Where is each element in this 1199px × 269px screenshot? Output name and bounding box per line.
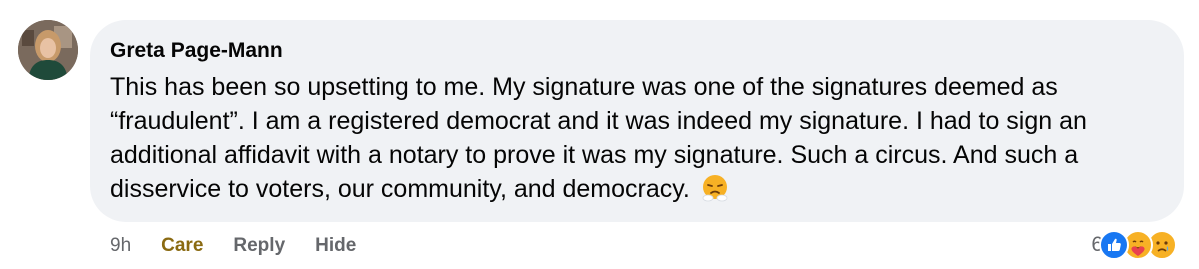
- profile-photo-icon: [18, 20, 78, 80]
- comment: Greta Page-Mann This has been so upsetti…: [0, 0, 1199, 269]
- hide-button[interactable]: Hide: [315, 235, 356, 257]
- reaction-summary[interactable]: 6: [1091, 228, 1177, 262]
- steam-from-nose-emoji-icon: [700, 173, 730, 203]
- avatar[interactable]: [18, 20, 78, 80]
- comment-actions: 9h Care Reply Hide: [110, 233, 386, 259]
- care-button[interactable]: Care: [161, 235, 203, 257]
- comment-bubble: Greta Page-Mann This has been so upsetti…: [90, 20, 1184, 222]
- author-name[interactable]: Greta Page-Mann: [110, 38, 1144, 64]
- timestamp[interactable]: 9h: [110, 235, 131, 257]
- comment-text: This has been so upsetting to me. My sig…: [110, 70, 1144, 206]
- comment-body: This has been so upsetting to me. My sig…: [110, 73, 1087, 203]
- like-icon: [1099, 230, 1129, 260]
- reply-button[interactable]: Reply: [233, 235, 285, 257]
